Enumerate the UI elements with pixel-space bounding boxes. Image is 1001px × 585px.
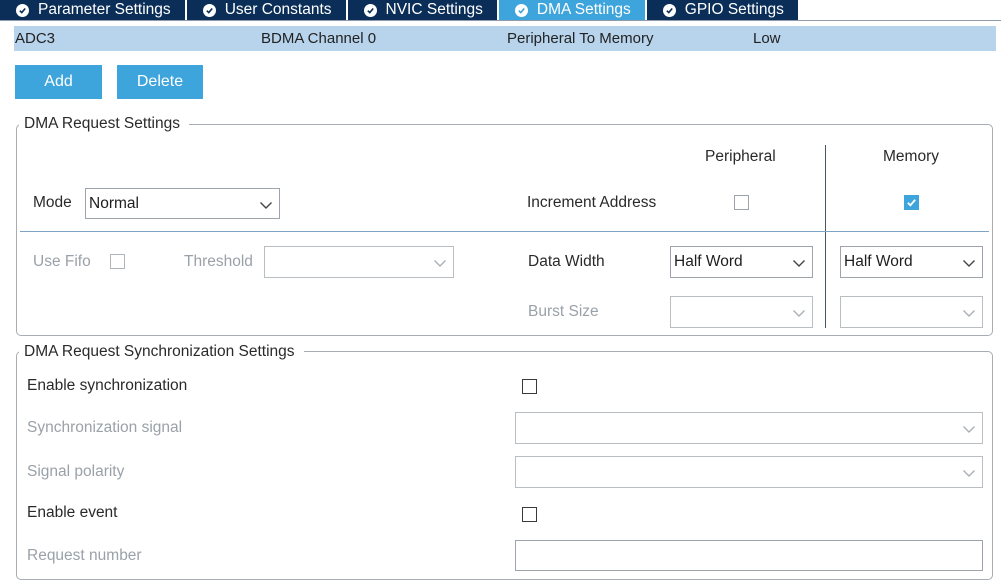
tab-label: Parameter Settings <box>38 1 171 18</box>
check-circle-icon <box>662 3 676 17</box>
request-number-label: Request number <box>27 547 142 564</box>
enable-sync-label: Enable synchronization <box>27 377 188 394</box>
table-row[interactable]: ADC3 BDMA Channel 0 Peripheral To Memory… <box>14 26 996 51</box>
channel-cell: BDMA Channel 0 <box>261 30 377 47</box>
tab-label: GPIO Settings <box>684 1 784 18</box>
use-fifo-checkbox[interactable] <box>110 254 125 269</box>
chevron-down-icon <box>963 470 975 477</box>
peripheral-data-width-value: Half Word <box>674 253 743 270</box>
chevron-down-icon <box>793 310 805 317</box>
sync-signal-select[interactable] <box>515 412 983 444</box>
memory-data-width-value: Half Word <box>844 253 913 270</box>
data-width-label: Data Width <box>528 253 605 270</box>
chevron-down-icon <box>793 260 805 267</box>
memory-increment-checkbox[interactable] <box>904 195 919 210</box>
enable-sync-checkbox[interactable] <box>522 379 537 394</box>
chevron-down-icon <box>963 310 975 317</box>
check-circle-icon <box>363 3 377 17</box>
memory-data-width-select[interactable]: Half Word <box>840 246 983 278</box>
priority-cell: Low <box>753 30 781 47</box>
memory-header: Memory <box>883 148 939 165</box>
enable-event-label: Enable event <box>27 504 118 521</box>
tab-label: NVIC Settings <box>385 1 483 18</box>
mode-label: Mode <box>33 194 72 211</box>
chevron-down-icon <box>963 260 975 267</box>
sync-signal-label: Synchronization signal <box>27 419 183 436</box>
direction-cell: Peripheral To Memory <box>507 30 654 47</box>
dma-request-cell: ADC3 <box>15 30 56 47</box>
peripheral-data-width-select[interactable]: Half Word <box>670 246 813 278</box>
checkmark-icon <box>907 199 916 207</box>
mode-value: Normal <box>89 195 139 212</box>
threshold-select[interactable] <box>264 246 454 278</box>
column-divider <box>825 145 826 328</box>
memory-burst-size-select[interactable] <box>840 296 983 328</box>
use-fifo-label: Use Fifo <box>33 253 91 270</box>
tab-divider <box>0 20 1001 21</box>
tab-gpio-settings[interactable]: GPIO Settings <box>646 0 800 20</box>
burst-size-label: Burst Size <box>528 303 599 320</box>
tab-label: DMA Settings <box>536 1 631 18</box>
peripheral-header: Peripheral <box>705 148 776 165</box>
tab-bar: Parameter Settings User Constants NVIC S… <box>0 0 800 20</box>
enable-event-checkbox[interactable] <box>522 507 537 522</box>
peripheral-burst-size-select[interactable] <box>670 296 813 328</box>
signal-polarity-select[interactable] <box>515 456 983 488</box>
delete-button[interactable]: Delete <box>117 65 203 99</box>
group-title: DMA Request Settings <box>19 115 189 133</box>
group-title: DMA Request Synchronization Settings <box>19 343 304 361</box>
mode-select[interactable]: Normal <box>85 188 280 219</box>
increment-address-label: Increment Address <box>527 194 657 211</box>
tab-label: User Constants <box>224 1 332 18</box>
chevron-down-icon <box>434 260 446 267</box>
peripheral-increment-checkbox[interactable] <box>734 195 749 210</box>
check-circle-icon <box>514 3 528 17</box>
tab-nvic-settings[interactable]: NVIC Settings <box>347 0 499 20</box>
signal-polarity-label: Signal polarity <box>27 463 125 480</box>
add-button[interactable]: Add <box>15 65 102 99</box>
request-number-input[interactable] <box>515 540 983 571</box>
threshold-label: Threshold <box>184 253 253 270</box>
section-divider <box>20 231 989 232</box>
tab-user-constants[interactable]: User Constants <box>186 0 348 20</box>
chevron-down-icon <box>260 202 272 209</box>
chevron-down-icon <box>963 426 975 433</box>
tab-dma-settings[interactable]: DMA Settings <box>498 0 647 20</box>
check-circle-icon <box>202 3 216 17</box>
tab-parameter-settings[interactable]: Parameter Settings <box>0 0 187 20</box>
check-circle-icon <box>16 3 29 17</box>
